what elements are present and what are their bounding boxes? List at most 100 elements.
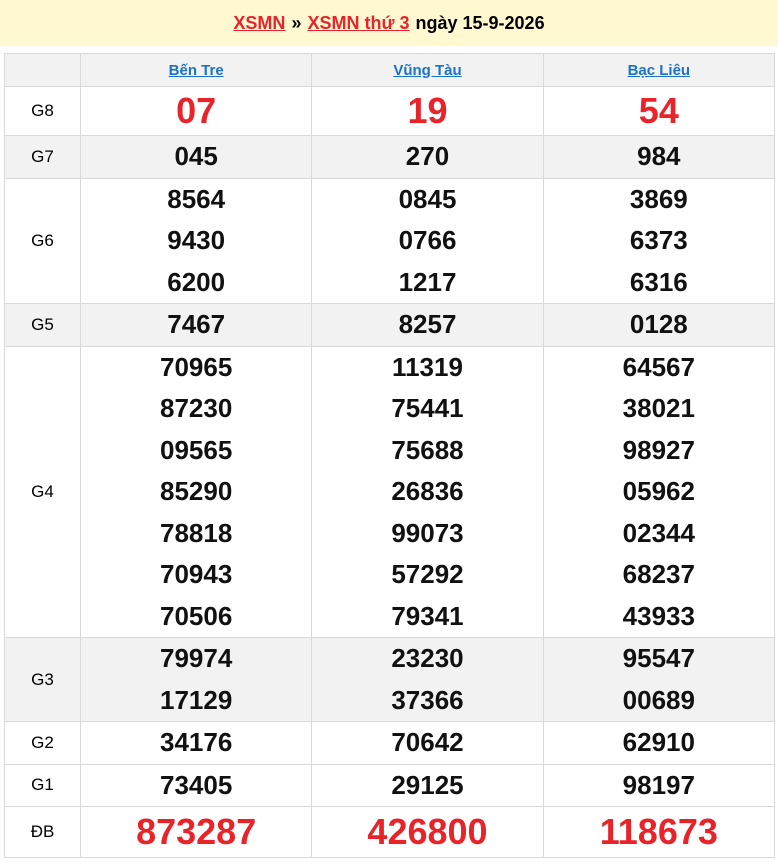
- winning-number: 0128: [629, 309, 688, 339]
- winning-number: 99073: [391, 517, 464, 548]
- prize-cell: 7467: [79, 303, 313, 347]
- winning-number: 98927: [622, 434, 695, 465]
- prize-row-g8: G8 07 19 54: [4, 86, 776, 136]
- province-link-ben-tre[interactable]: Bến Tre: [169, 62, 224, 79]
- province-link-bac-lieu[interactable]: Bạc Liêu: [628, 62, 691, 79]
- winning-number: 07: [176, 90, 217, 131]
- prize-row-g1: G1 73405 29125 98197: [4, 763, 776, 807]
- prize-label: G7: [4, 135, 81, 179]
- winning-number: 87230: [160, 393, 233, 423]
- winning-number: 1217: [398, 266, 457, 297]
- prize-label: G8: [4, 86, 81, 136]
- prize-column-header: [4, 53, 81, 87]
- prize-cell: 118673: [542, 806, 776, 858]
- prize-cell: 873287: [79, 806, 313, 858]
- page-title-bar: XSMN » XSMN thứ 3 ngày 15-9-2026: [0, 0, 778, 46]
- results-table-wrapper: Bến Tre Vũng Tàu Bạc Liêu G8 07 19 54 G7 045 2…: [4, 53, 776, 858]
- province-header: Bến Tre: [79, 53, 313, 87]
- prize-cell: 34176: [79, 721, 313, 765]
- winning-number: 118673: [599, 811, 718, 852]
- prize-cell: 70965 87230 09565 85290 78818 70943 70506: [79, 345, 313, 638]
- prize-cell: 8257: [311, 303, 544, 347]
- xsmn-link[interactable]: XSMN: [233, 13, 285, 34]
- prize-label: G3: [4, 637, 81, 722]
- winning-number: 79341: [391, 600, 464, 631]
- prize-cell: 70642: [311, 721, 544, 765]
- winning-number: 8564: [167, 183, 226, 214]
- province-link-vung-tau[interactable]: Vũng Tàu: [393, 62, 461, 79]
- prize-row-đb: ĐB 873287 426800 118673: [4, 806, 776, 858]
- prize-cell: 11319 75441 75688 26836 99073 57292 79341: [311, 345, 544, 638]
- prize-label: G1: [4, 763, 81, 807]
- prize-cell: 73405: [79, 763, 313, 807]
- prize-label: ĐB: [4, 806, 81, 858]
- winning-number: 17129: [160, 684, 233, 715]
- winning-number: 873287: [136, 811, 257, 852]
- winning-number: 6373: [629, 225, 688, 255]
- winning-number: 70943: [160, 559, 233, 589]
- winning-number: 0845: [398, 183, 457, 214]
- winning-number: 68237: [622, 559, 695, 589]
- xsmn-tuesday-link[interactable]: XSMN thứ 3: [307, 13, 409, 34]
- winning-number: 02344: [622, 517, 695, 548]
- prize-cell: 0845 0766 1217: [311, 177, 544, 304]
- prize-cell: 0128: [542, 303, 776, 347]
- winning-number: 7467: [167, 309, 226, 339]
- winning-number: 75441: [391, 393, 464, 423]
- winning-number: 73405: [160, 769, 233, 800]
- winning-number: 29125: [391, 769, 464, 800]
- winning-number: 09565: [160, 434, 233, 465]
- draw-date: ngày 15-9-2026: [415, 12, 545, 33]
- prize-label: G5: [4, 303, 81, 347]
- prize-label: G2: [4, 721, 81, 765]
- prize-cell: 07: [79, 86, 313, 136]
- winning-number: 75688: [391, 434, 464, 465]
- prize-cell: 8564 9430 6200: [79, 177, 313, 304]
- winning-number: 6316: [629, 266, 688, 297]
- prize-row-g4: G4 70965 87230 09565 85290 78818 70943 70506 113…: [4, 345, 776, 638]
- winning-number: 54: [638, 90, 679, 131]
- prize-cell: 045: [79, 135, 313, 179]
- prize-cell: 19: [311, 86, 544, 136]
- prize-cell: 984: [542, 135, 776, 179]
- winning-number: 11319: [392, 351, 463, 382]
- winning-number: 8257: [398, 309, 457, 339]
- winning-number: 57292: [391, 559, 464, 589]
- prize-label: G6: [4, 177, 81, 304]
- winning-number: 05962: [622, 476, 695, 506]
- winning-number: 70965: [160, 351, 233, 382]
- winning-number: 70506: [160, 600, 233, 631]
- prize-cell: 98197: [542, 763, 776, 807]
- winning-number: 984: [637, 141, 681, 171]
- prize-cell: 64567 38021 98927 05962 02344 68237 43933: [542, 345, 776, 638]
- prize-cell: 23230 37366: [311, 637, 544, 722]
- prize-cell: 95547 00689: [542, 637, 776, 722]
- table-header-row: Bến Tre Vũng Tàu Bạc Liêu: [4, 53, 776, 87]
- winning-number: 426800: [367, 811, 488, 852]
- prize-row-g2: G2 34176 70642 62910: [4, 721, 776, 765]
- province-header: Vũng Tàu: [311, 53, 544, 87]
- winning-number: 3869: [629, 183, 688, 214]
- prize-cell: 426800: [311, 806, 544, 858]
- prize-row-g6: G6 8564 9430 6200 0845 0766 1217 3869 6373 6316: [4, 177, 776, 304]
- winning-number: 045: [174, 141, 218, 171]
- winning-number: 0766: [398, 225, 457, 255]
- winning-number: 38021: [622, 393, 695, 423]
- results-body: G8 07 19 54 G7 045 270 984 G6 8564 9430 6200 0845 076…: [4, 86, 776, 858]
- winning-number: 37366: [391, 684, 464, 715]
- prize-cell: 54: [542, 86, 776, 136]
- winning-number: 23230: [391, 643, 464, 673]
- winning-number: 9430: [167, 225, 226, 255]
- winning-number: 6200: [167, 266, 226, 297]
- winning-number: 70642: [391, 727, 464, 757]
- winning-number: 43933: [622, 600, 695, 631]
- winning-number: 00689: [622, 684, 695, 715]
- province-header: Bạc Liêu: [542, 53, 776, 87]
- prize-cell: 3869 6373 6316: [542, 177, 776, 304]
- breadcrumb-separator: »: [291, 12, 302, 33]
- winning-number: 85290: [160, 476, 233, 506]
- winning-number: 79974: [160, 643, 233, 673]
- winning-number: 62910: [622, 727, 695, 757]
- prize-row-g5: G5 7467 8257 0128: [4, 303, 776, 347]
- results-table: Bến Tre Vũng Tàu Bạc Liêu G8 07 19 54 G7 045 2…: [4, 53, 776, 858]
